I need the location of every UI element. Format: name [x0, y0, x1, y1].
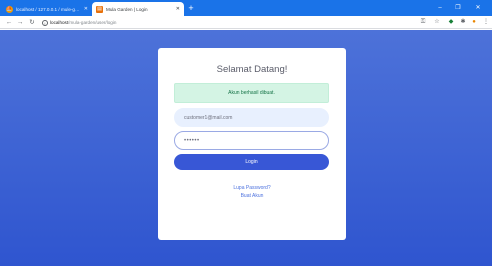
success-alert: Akun berhasil dibuat.	[174, 83, 329, 103]
tab-phpmyadmin[interactable]: ⛵ localhost / 127.0.0.1 / mule-gard ✕	[2, 2, 92, 16]
browser-toolbar: ← → ↻ i localhost/mula-garden/user/login…	[0, 16, 492, 29]
tab-title: localhost / 127.0.0.1 / mule-gard	[16, 6, 81, 12]
site-favicon-icon: ▤	[96, 5, 103, 13]
forgot-password-link[interactable]: Lupa Password?	[158, 185, 346, 191]
address-bar[interactable]: i localhost/mula-garden/user/login	[42, 17, 422, 28]
minimize-button[interactable]: –	[434, 3, 446, 13]
maximize-button[interactable]: ❐	[452, 3, 464, 13]
tab-close-icon[interactable]: ✕	[84, 6, 88, 12]
phpmyadmin-favicon-icon: ⛵	[6, 5, 13, 13]
back-icon[interactable]: ←	[4, 17, 14, 28]
close-window-button[interactable]: ✕	[472, 3, 484, 13]
puzzle-icon[interactable]: ✱	[458, 17, 468, 28]
profile-icon[interactable]: ●	[469, 17, 479, 28]
password-field[interactable]	[174, 131, 329, 150]
register-link[interactable]: Buat Akun	[158, 193, 346, 199]
star-icon[interactable]: ☆	[432, 17, 442, 28]
extension-icon[interactable]: ◆	[446, 17, 456, 28]
page-background: Selamat Datang! Akun berhasil dibuat. Lo…	[0, 30, 492, 266]
login-button[interactable]: Login	[174, 154, 329, 170]
new-tab-button[interactable]: +	[186, 3, 196, 13]
tab-title: Mula Garden | Login	[106, 6, 148, 12]
reload-icon[interactable]: ↻	[27, 17, 37, 28]
tab-strip: ⛵ localhost / 127.0.0.1 / mule-gard ✕ ▤ …	[0, 0, 492, 16]
login-card: Selamat Datang! Akun berhasil dibuat. Lo…	[158, 48, 346, 240]
url-host: localhost	[50, 20, 69, 25]
tab-close-icon[interactable]: ✕	[176, 6, 180, 12]
tab-login[interactable]: ▤ Mula Garden | Login ✕	[92, 2, 184, 16]
email-field[interactable]	[174, 108, 329, 127]
url-path: /mula-garden/user/login	[68, 20, 117, 25]
page-title: Selamat Datang!	[216, 64, 288, 75]
key-icon[interactable]: ⚿	[418, 17, 428, 28]
info-icon[interactable]: i	[42, 19, 48, 26]
forward-icon[interactable]: →	[15, 17, 25, 28]
menu-icon[interactable]: ⋮	[481, 17, 491, 28]
